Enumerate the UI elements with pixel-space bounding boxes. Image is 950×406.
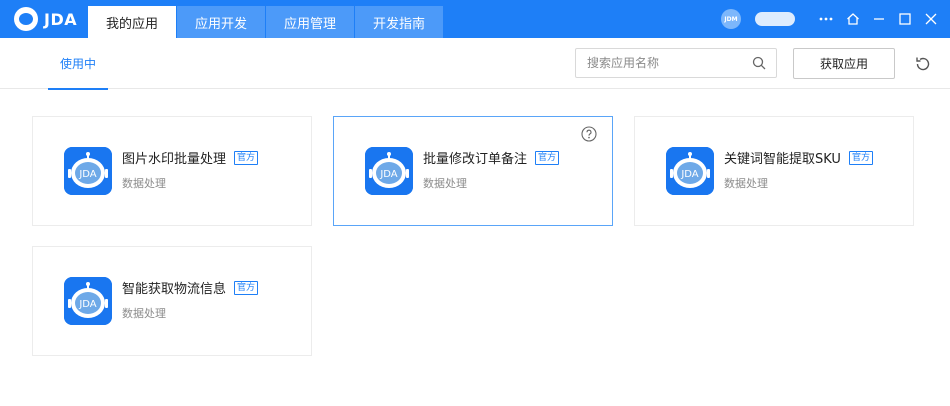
official-badge: 官方 [535, 150, 560, 165]
subtab-in-use[interactable]: 使用中 [48, 38, 108, 90]
tab-my-apps[interactable]: 我的应用 [88, 6, 176, 38]
get-app-button[interactable]: 获取应用 [793, 48, 895, 79]
app-logo: JDA [14, 7, 77, 31]
search-box[interactable] [575, 48, 777, 78]
refresh-icon[interactable] [914, 55, 932, 73]
tab-app-development[interactable]: 应用开发 [177, 6, 265, 38]
app-name: 图片水印批量处理 官方 [122, 148, 259, 167]
avatar[interactable]: JDM [721, 9, 741, 29]
minimize-icon[interactable] [868, 8, 890, 30]
app-category: 数据处理 [724, 177, 768, 190]
astronaut-logo-icon [14, 7, 38, 31]
app-name: 批量修改订单备注 官方 [423, 148, 560, 167]
logo-text: JDA [44, 9, 78, 29]
title-bar: JDA 我的应用 应用开发 应用管理 开发指南 JDM [0, 0, 950, 38]
official-badge: 官方 [234, 150, 259, 165]
user-menu[interactable]: JDM [721, 9, 795, 29]
main-tabs: 我的应用 应用开发 应用管理 开发指南 [88, 6, 444, 38]
search-input[interactable] [576, 49, 736, 77]
app-category: 数据处理 [423, 177, 467, 190]
svg-text:JDA: JDA [78, 299, 96, 310]
help-icon[interactable] [581, 126, 597, 142]
tab-dev-guide[interactable]: 开发指南 [355, 6, 443, 38]
search-icon[interactable] [752, 56, 766, 70]
app-name: 智能获取物流信息 官方 [122, 278, 259, 297]
username-redacted [755, 12, 795, 26]
jda-astronaut-icon: JDA [64, 147, 112, 195]
app-card[interactable]: JDA 智能获取物流信息 官方 数据处理 [32, 246, 312, 356]
svg-text:JDA: JDA [680, 169, 698, 180]
app-card[interactable]: JDA 批量修改订单备注 官方 数据处理 [333, 116, 613, 226]
app-card[interactable]: JDA 关键词智能提取SKU 官方 数据处理 [634, 116, 914, 226]
toolbar: 使用中 获取应用 [0, 38, 950, 90]
more-icon[interactable] [815, 8, 837, 30]
maximize-icon[interactable] [894, 8, 916, 30]
app-card[interactable]: JDA 图片水印批量处理 官方 数据处理 [32, 116, 312, 226]
svg-text:JDA: JDA [379, 169, 397, 180]
jda-astronaut-icon: JDA [365, 147, 413, 195]
app-category: 数据处理 [122, 177, 166, 190]
svg-text:JDA: JDA [78, 169, 96, 180]
app-category: 数据处理 [122, 307, 166, 320]
official-badge: 官方 [848, 150, 873, 165]
close-icon[interactable] [920, 8, 942, 30]
jda-astronaut-icon: JDA [666, 147, 714, 195]
app-name: 关键词智能提取SKU 官方 [724, 148, 873, 167]
official-badge: 官方 [234, 280, 259, 295]
jda-astronaut-icon: JDA [64, 277, 112, 325]
tab-app-management[interactable]: 应用管理 [266, 6, 354, 38]
home-icon[interactable] [842, 8, 864, 30]
